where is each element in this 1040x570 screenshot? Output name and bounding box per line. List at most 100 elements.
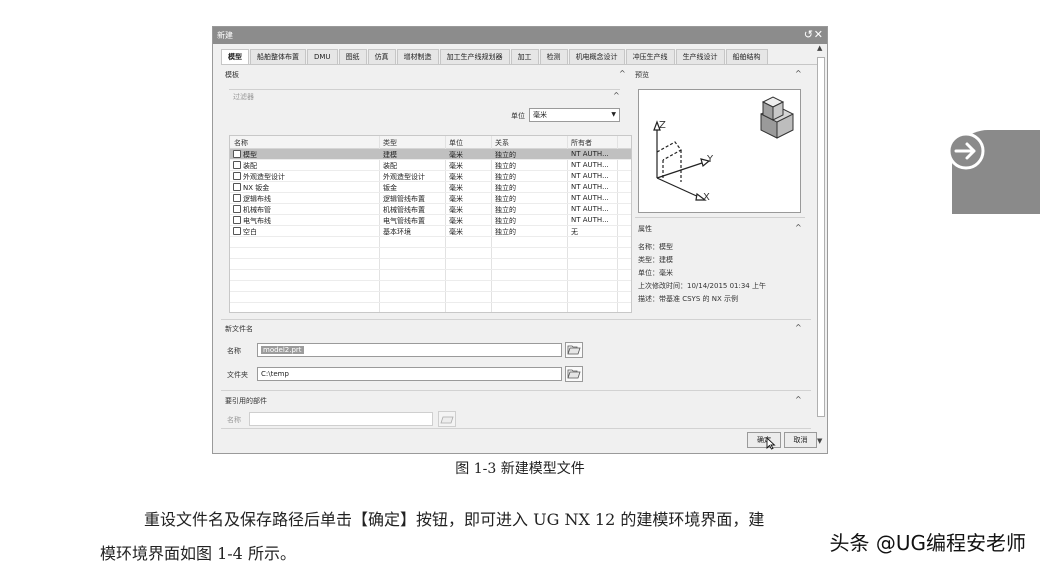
row-name: 逻辑布线 [243, 195, 271, 203]
row-name: 机械布管 [243, 206, 271, 214]
table-row[interactable]: 外观造型设计 外观造型设计 毫米 独立的 NT AUTH... [230, 171, 631, 182]
row-relation: 独立的 [495, 151, 516, 159]
new-file-dialog: 新建 ↺ ✕ 模型 船舶整体布置 DMU 图纸 仿真 增材制造 加工生产线规划器… [212, 26, 828, 454]
scroll-down-icon[interactable]: ▼ [817, 437, 822, 445]
collapse-properties-icon[interactable]: ^ [795, 223, 802, 232]
row-owner: NT AUTH... [571, 194, 609, 202]
table-row-empty [230, 281, 631, 292]
tab-dmu[interactable]: DMU [307, 49, 338, 64]
tab-line-planner[interactable]: 加工生产线规划器 [439, 49, 510, 64]
cancel-button[interactable]: 取消 [784, 432, 817, 448]
properties-group: 属性 ^ 名称：模型 类型：建模 单位：毫米 上次修改时间：10/14/2015… [635, 217, 805, 317]
tab-additive[interactable]: 增材制造 [396, 49, 439, 64]
property-description: 描述：带基准 CSYS 的 NX 示例 [638, 295, 738, 303]
browse-folder-icon[interactable] [438, 411, 456, 427]
file-name-value: model2.prt [261, 346, 304, 354]
application-tabs: 模型 船舶整体布置 DMU 图纸 仿真 增材制造 加工生产线规划器 加工 检测 … [221, 49, 769, 64]
tab-mechatronics[interactable]: 机电概念设计 [568, 49, 625, 64]
row-name: NX 钣金 [243, 184, 270, 192]
row-type: 电气管线布置 [383, 217, 425, 225]
tab-manufacturing[interactable]: 加工 [510, 49, 539, 64]
file-name-input[interactable]: model2.prt [257, 343, 562, 357]
ref-part-section-label: 要引用的部件 [225, 397, 267, 405]
table-header: 名称 类型 单位 关系 所有者 [230, 136, 631, 149]
row-relation: 独立的 [495, 173, 516, 181]
table-row[interactable]: 空白 基本环境 毫米 独立的 无 [230, 226, 631, 237]
row-type: 建模 [383, 151, 397, 159]
properties-label: 属性 [638, 225, 652, 233]
tab-model[interactable]: 模型 [221, 49, 249, 64]
table-row-empty [230, 237, 631, 248]
table-row[interactable]: NX 钣金 钣金 毫米 独立的 NT AUTH... [230, 182, 631, 193]
tab-press-line[interactable]: 冲压生产线 [625, 49, 675, 64]
table-row[interactable]: 电气布线 电气管线布置 毫米 独立的 NT AUTH... [230, 215, 631, 226]
col-owner[interactable]: 所有者 [571, 138, 592, 148]
table-row-empty [230, 270, 631, 281]
scrollbar-thumb[interactable] [817, 57, 825, 417]
row-owner: NT AUTH... [571, 216, 609, 224]
figure-caption: 图 1-3 新建模型文件 [455, 461, 585, 477]
row-type: 外观造型设计 [383, 173, 425, 181]
arrow-right-circle-icon[interactable] [946, 131, 986, 171]
paragraph-line: 重设文件名及保存路径后单击【确定】按钮，即可进入 UG NX 12 的建模环境界… [144, 510, 765, 529]
table-row-empty [230, 248, 631, 259]
col-type[interactable]: 类型 [383, 138, 397, 148]
browse-folder-icon[interactable] [565, 342, 583, 358]
collapse-filter-icon[interactable]: ^ [613, 91, 620, 100]
dialog-scrollbar[interactable]: ▲ ▼ [816, 44, 826, 447]
col-name[interactable]: 名称 [234, 138, 248, 148]
folder-field-label: 文件夹 [227, 371, 248, 379]
table-row[interactable]: 机械布管 机械管线布置 毫米 独立的 NT AUTH... [230, 204, 631, 215]
tab-ship-structure[interactable]: 船舶结构 [725, 49, 768, 64]
row-type: 钣金 [383, 184, 397, 192]
unit-select-value: 毫米 [533, 111, 547, 119]
table-row[interactable]: 装配 装配 毫米 独立的 NT AUTH... [230, 160, 631, 171]
preview-section-label: 预览 [635, 71, 649, 79]
tab-drawing[interactable]: 图纸 [338, 49, 367, 64]
col-unit[interactable]: 单位 [449, 138, 463, 148]
collapse-ref-part-icon[interactable]: ^ [795, 395, 802, 404]
watermark: 头条 @UG编程安老师 [829, 531, 1027, 555]
collapse-new-file-icon[interactable]: ^ [795, 323, 802, 332]
ref-part-name-input[interactable] [249, 412, 433, 426]
row-relation: 独立的 [495, 228, 516, 236]
collapse-preview-icon[interactable]: ^ [795, 69, 802, 78]
tab-simulation[interactable]: 仿真 [367, 49, 396, 64]
section-divider [221, 319, 811, 320]
axis-z-label: Z [659, 120, 666, 131]
shape-file-icon [233, 172, 241, 180]
blank-file-icon [233, 227, 241, 235]
row-type: 装配 [383, 162, 397, 170]
scroll-up-icon[interactable]: ▲ [817, 44, 822, 52]
browse-folder-icon[interactable] [565, 366, 583, 382]
row-unit: 毫米 [449, 195, 463, 203]
tab-line-design[interactable]: 生产线设计 [675, 49, 725, 64]
filter-label: 过滤器 [233, 93, 254, 101]
row-name: 外观造型设计 [243, 173, 285, 181]
axis-x-label: X [703, 192, 710, 203]
property-name: 名称：模型 [638, 243, 673, 251]
table-row[interactable]: 逻辑布线 逻辑管线布置 毫米 独立的 NT AUTH... [230, 193, 631, 204]
model-file-icon [233, 150, 241, 158]
close-icon[interactable]: ✕ [814, 28, 823, 42]
row-relation: 独立的 [495, 206, 516, 214]
section-divider [221, 390, 811, 391]
row-relation: 独立的 [495, 162, 516, 170]
row-owner: NT AUTH... [571, 150, 609, 158]
row-type: 机械管线布置 [383, 206, 425, 214]
paragraph-line: 模环境界面如图 1-4 所示。 [100, 544, 296, 563]
reset-icon[interactable]: ↺ [804, 28, 813, 42]
collapse-templates-icon[interactable]: ^ [619, 69, 626, 78]
folder-input[interactable]: C:\temp [257, 367, 562, 381]
col-relation[interactable]: 关系 [495, 138, 509, 148]
tab-inspection[interactable]: 检测 [539, 49, 568, 64]
tab-ship-general[interactable]: 船舶整体布置 [250, 49, 306, 64]
table-row-empty [230, 259, 631, 270]
row-relation: 独立的 [495, 195, 516, 203]
row-unit: 毫米 [449, 217, 463, 225]
table-row[interactable]: 模型 建模 毫米 独立的 NT AUTH... [230, 149, 631, 160]
unit-select[interactable]: 毫米 ▼ [529, 108, 620, 122]
row-name: 装配 [243, 162, 257, 170]
row-unit: 毫米 [449, 206, 463, 214]
cursor-icon [766, 437, 776, 450]
